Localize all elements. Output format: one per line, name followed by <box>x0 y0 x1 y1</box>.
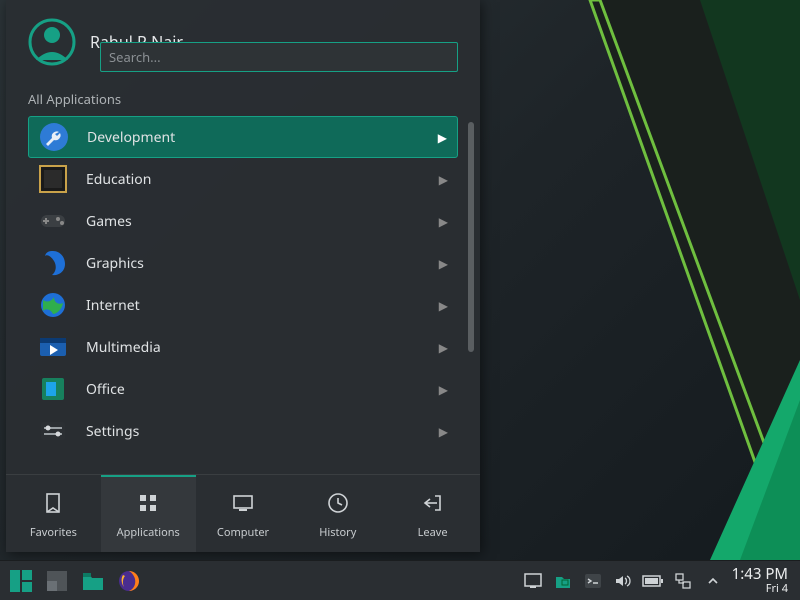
clock[interactable]: 1:43 PM Fri 4 <box>726 567 794 594</box>
tab-history[interactable]: History <box>290 475 385 552</box>
tray-volume-icon[interactable] <box>610 568 636 594</box>
tray-desktop-icon[interactable] <box>520 568 546 594</box>
firefox-launcher[interactable] <box>114 566 144 596</box>
chevron-right-icon: ▶ <box>439 339 448 356</box>
tab-favorites[interactable]: Favorites <box>6 475 101 552</box>
graphics-icon <box>38 248 68 278</box>
start-button[interactable] <box>6 566 36 596</box>
category-item-internet[interactable]: Internet ▶ <box>28 284 458 326</box>
tray-expand-icon[interactable] <box>700 568 726 594</box>
chevron-right-icon: ▶ <box>438 129 447 146</box>
wallpaper-accent-shapes <box>480 0 800 560</box>
taskbar: 1:43 PM Fri 4 <box>0 560 800 600</box>
scrollbar-thumb[interactable] <box>468 122 474 352</box>
category-label: Development <box>87 128 420 147</box>
office-icon <box>38 374 68 404</box>
search-container <box>6 42 480 72</box>
category-label: Office <box>86 380 421 399</box>
chevron-right-icon: ▶ <box>439 381 448 398</box>
tab-label: Favorites <box>30 525 77 540</box>
chevron-right-icon: ▶ <box>439 255 448 272</box>
category-item-settings[interactable]: Settings ▶ <box>28 410 458 452</box>
clock-date: Fri 4 <box>732 583 788 595</box>
chevron-right-icon: ▶ <box>439 297 448 314</box>
media-icon <box>38 332 68 362</box>
tab-label: Leave <box>418 525 448 540</box>
tab-applications[interactable]: Applications <box>101 475 196 552</box>
category-label: Internet <box>86 296 421 315</box>
chevron-right-icon: ▶ <box>439 171 448 188</box>
category-item-multimedia[interactable]: Multimedia ▶ <box>28 326 458 368</box>
wrench-icon <box>39 122 69 152</box>
category-label: Education <box>86 170 421 189</box>
chevron-right-icon: ▶ <box>439 423 448 440</box>
gamepad-icon <box>38 206 68 236</box>
category-item-games[interactable]: Games ▶ <box>28 200 458 242</box>
search-input[interactable] <box>100 42 458 72</box>
system-tray <box>520 568 726 594</box>
category-item-office[interactable]: Office ▶ <box>28 368 458 410</box>
launcher-tabs: Favorites Applications Computer History Leav… <box>6 474 480 552</box>
education-icon <box>38 164 68 194</box>
category-label: Games <box>86 212 421 231</box>
tab-computer[interactable]: Computer <box>196 475 291 552</box>
category-label: Settings <box>86 422 421 441</box>
tray-network-icon[interactable] <box>670 568 696 594</box>
tab-label: Computer <box>217 525 269 540</box>
show-desktop-button[interactable] <box>42 566 72 596</box>
chevron-right-icon: ▶ <box>439 213 448 230</box>
tray-terminal-icon[interactable] <box>580 568 606 594</box>
tray-battery-icon[interactable] <box>640 568 666 594</box>
category-label: Multimedia <box>86 338 421 357</box>
category-list: Development▶Education▶Games▶Graphics▶Int… <box>6 116 480 474</box>
category-label: Graphics <box>86 254 421 273</box>
tray-clipboard-icon[interactable] <box>550 568 576 594</box>
category-item-development[interactable]: Development ▶ <box>28 116 458 158</box>
globe-icon <box>38 290 68 320</box>
settings-icon <box>38 416 68 446</box>
file-manager-launcher[interactable] <box>78 566 108 596</box>
category-item-education[interactable]: Education ▶ <box>28 158 458 200</box>
taskbar-left <box>6 566 144 596</box>
tab-label: Applications <box>117 525 180 540</box>
tab-label: History <box>319 525 356 540</box>
tab-leave[interactable]: Leave <box>385 475 480 552</box>
section-label: All Applications <box>6 90 480 116</box>
application-launcher: Rahul R Nair All Applications Developmen… <box>6 0 480 552</box>
category-item-graphics[interactable]: Graphics ▶ <box>28 242 458 284</box>
